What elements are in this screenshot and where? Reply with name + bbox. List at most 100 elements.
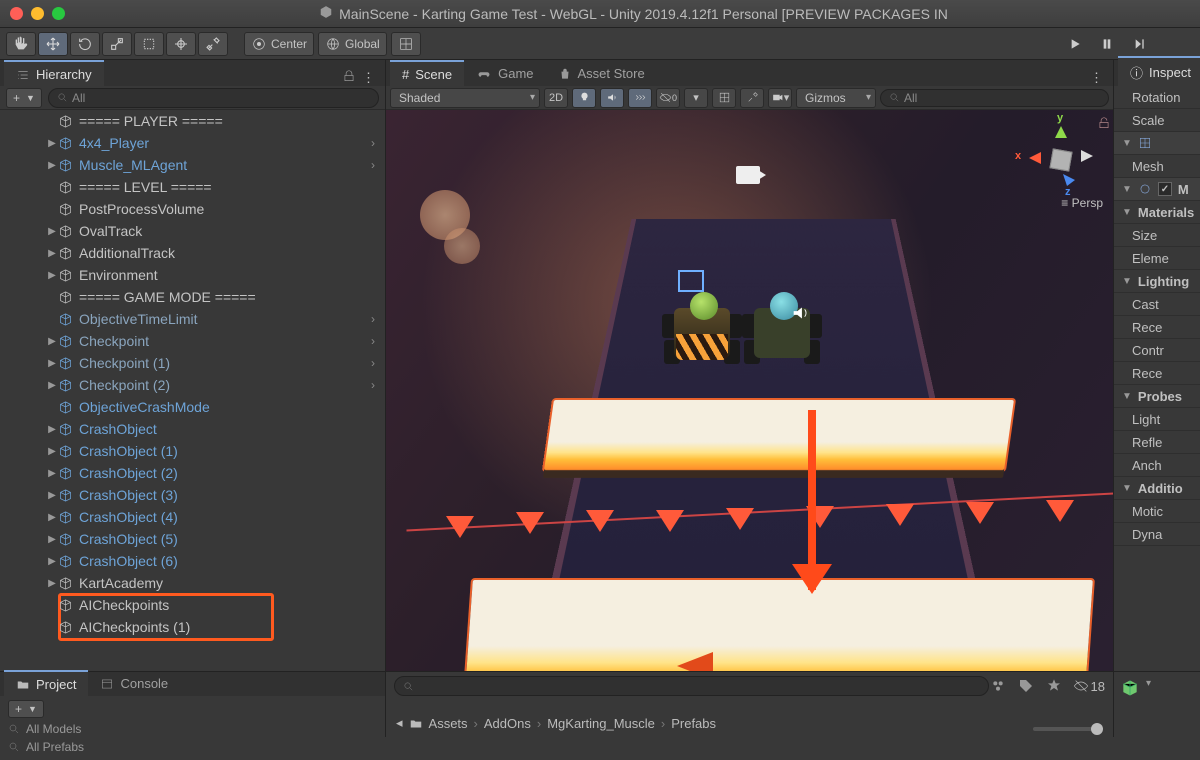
hierarchy-search[interactable]: All bbox=[48, 88, 379, 108]
override-chevron-icon[interactable]: › bbox=[371, 158, 375, 172]
zoom-window-button[interactable] bbox=[52, 7, 65, 20]
lighting-toggle[interactable] bbox=[572, 88, 596, 108]
expand-toggle-icon[interactable]: ▶ bbox=[46, 226, 58, 237]
expand-toggle-icon[interactable]: ▶ bbox=[46, 248, 58, 259]
hierarchy-item[interactable]: ObjectiveCrashMode bbox=[0, 396, 385, 418]
camera-toggle[interactable]: ▾ bbox=[768, 88, 792, 108]
project-row[interactable]: All Models bbox=[8, 720, 377, 738]
expand-toggle-icon[interactable]: ▶ bbox=[46, 578, 58, 589]
expand-toggle-icon[interactable]: ▶ bbox=[46, 490, 58, 501]
pivot-mode-button[interactable]: Center bbox=[244, 32, 314, 56]
hierarchy-item[interactable]: ▶CrashObject (6) bbox=[0, 550, 385, 572]
panel-menu-icon[interactable]: ⋮ bbox=[1090, 70, 1105, 86]
play-button[interactable] bbox=[1060, 32, 1090, 56]
rotate-tool-button[interactable] bbox=[70, 32, 100, 56]
inspector-property-row[interactable]: Rotation bbox=[1114, 86, 1200, 109]
tab-asset-store[interactable]: Asset Store bbox=[546, 61, 657, 86]
inspector-property-row[interactable]: Light bbox=[1114, 408, 1200, 431]
hierarchy-item[interactable]: ▶CrashObject (1) bbox=[0, 440, 385, 462]
hierarchy-item[interactable]: ▶CrashObject (2) bbox=[0, 462, 385, 484]
hidden-count-icon[interactable]: 18 bbox=[1073, 677, 1105, 695]
hierarchy-item[interactable]: PostProcessVolume bbox=[0, 198, 385, 220]
grid-toggle[interactable] bbox=[712, 88, 736, 108]
hand-tool-button[interactable] bbox=[6, 32, 36, 56]
inspector-section-header[interactable]: ▼Lighting bbox=[1114, 270, 1200, 293]
hierarchy-item[interactable]: ▶4x4_Player› bbox=[0, 132, 385, 154]
expand-toggle-icon[interactable]: ▶ bbox=[46, 358, 58, 369]
mode-2d-toggle[interactable]: 2D bbox=[544, 88, 568, 108]
expand-toggle-icon[interactable]: ▶ bbox=[46, 446, 58, 457]
inspector-body[interactable]: RotationScale▼Mesh▼✓M▼MaterialsSizeEleme… bbox=[1114, 86, 1200, 671]
expand-toggle-icon[interactable]: ▶ bbox=[46, 336, 58, 347]
gizmos-dropdown[interactable]: Gizmos bbox=[796, 88, 876, 108]
hierarchy-item[interactable]: ===== PLAYER ===== bbox=[0, 110, 385, 132]
thumbnail-size-slider[interactable] bbox=[1033, 727, 1103, 731]
expand-toggle-icon[interactable]: ▶ bbox=[46, 138, 58, 149]
create-dropdown[interactable]: +▼ bbox=[6, 88, 42, 108]
minimize-window-button[interactable] bbox=[31, 7, 44, 20]
scene-search[interactable]: All bbox=[880, 89, 1109, 107]
project-breadcrumb[interactable]: ◂ Assets› AddOns› MgKarting_Muscle› Pref… bbox=[386, 700, 1113, 737]
inspector-property-row[interactable]: Eleme bbox=[1114, 247, 1200, 270]
hierarchy-item[interactable]: ▶KartAcademy bbox=[0, 572, 385, 594]
hierarchy-item[interactable]: ▶AdditionalTrack bbox=[0, 242, 385, 264]
inspector-property-row[interactable]: Size bbox=[1114, 224, 1200, 247]
inspector-section-header[interactable]: ▼Additio bbox=[1114, 477, 1200, 500]
hierarchy-item[interactable]: ▶Checkpoint (1)› bbox=[0, 352, 385, 374]
inspector-property-row[interactable]: Rece bbox=[1114, 362, 1200, 385]
expand-toggle-icon[interactable]: ▶ bbox=[46, 512, 58, 523]
expand-toggle-icon[interactable]: ▶ bbox=[46, 534, 58, 545]
fx-toggle[interactable] bbox=[628, 88, 652, 108]
orientation-gizmo[interactable]: y x z bbox=[1021, 120, 1101, 200]
breadcrumb-item[interactable]: Assets bbox=[429, 716, 468, 731]
rect-tool-button[interactable] bbox=[134, 32, 164, 56]
hierarchy-item[interactable]: ▶Checkpoint (2)› bbox=[0, 374, 385, 396]
tab-console[interactable]: Console bbox=[88, 671, 180, 696]
hierarchy-item[interactable]: ===== GAME MODE ===== bbox=[0, 286, 385, 308]
override-chevron-icon[interactable]: › bbox=[371, 334, 375, 348]
hierarchy-item[interactable]: ▶Muscle_MLAgent› bbox=[0, 154, 385, 176]
inspector-component-header[interactable]: ▼✓M bbox=[1114, 178, 1200, 201]
project-body[interactable]: +▼ All Models All Prefabs bbox=[0, 696, 385, 760]
expand-toggle-icon[interactable]: ▶ bbox=[46, 556, 58, 567]
inspector-property-row[interactable]: Cast bbox=[1114, 293, 1200, 316]
component-enabled-checkbox[interactable]: ✓ bbox=[1158, 182, 1172, 196]
audio-toggle[interactable] bbox=[600, 88, 624, 108]
override-chevron-icon[interactable]: › bbox=[371, 136, 375, 150]
breadcrumb-item[interactable]: MgKarting_Muscle bbox=[547, 716, 655, 731]
expand-toggle-icon[interactable]: ▶ bbox=[46, 424, 58, 435]
hierarchy-tree[interactable]: ===== PLAYER =====▶4x4_Player›▶Muscle_ML… bbox=[0, 110, 385, 671]
breadcrumb-item[interactable]: Prefabs bbox=[671, 716, 716, 731]
hierarchy-item[interactable]: ▶OvalTrack bbox=[0, 220, 385, 242]
inspector-property-row[interactable]: Mesh bbox=[1114, 155, 1200, 178]
tab-inspector[interactable]: ⓘ Inspect bbox=[1118, 56, 1200, 87]
hidden-dropdown[interactable]: ▾ bbox=[684, 88, 708, 108]
inspector-property-row[interactable]: Dyna bbox=[1114, 523, 1200, 546]
scale-tool-button[interactable] bbox=[102, 32, 132, 56]
tools-toggle[interactable] bbox=[740, 88, 764, 108]
hierarchy-item[interactable]: AICheckpoints bbox=[0, 594, 385, 616]
inspector-property-row[interactable]: Contr bbox=[1114, 339, 1200, 362]
expand-toggle-icon[interactable]: ▶ bbox=[46, 380, 58, 391]
hierarchy-item[interactable]: ObjectiveTimeLimit› bbox=[0, 308, 385, 330]
inspector-property-row[interactable]: Motic bbox=[1114, 500, 1200, 523]
move-tool-button[interactable] bbox=[38, 32, 68, 56]
project-create-dropdown[interactable]: +▼ bbox=[8, 700, 44, 718]
tab-scene[interactable]: #Scene bbox=[390, 60, 464, 87]
expand-toggle-icon[interactable]: ▶ bbox=[46, 468, 58, 479]
snap-button[interactable] bbox=[391, 32, 421, 56]
space-mode-button[interactable]: Global bbox=[318, 32, 387, 56]
custom-tool-button[interactable] bbox=[198, 32, 228, 56]
inspector-property-row[interactable]: Rece bbox=[1114, 316, 1200, 339]
filter-by-type-icon[interactable] bbox=[989, 677, 1007, 695]
prefab-cube-icon[interactable] bbox=[1120, 678, 1140, 701]
tab-project[interactable]: Project bbox=[4, 670, 88, 697]
step-button[interactable] bbox=[1124, 32, 1154, 56]
filter-by-label-icon[interactable] bbox=[1017, 677, 1035, 695]
hierarchy-item[interactable]: ===== LEVEL ===== bbox=[0, 176, 385, 198]
hierarchy-item[interactable]: ▶CrashObject (4) bbox=[0, 506, 385, 528]
transform-tool-button[interactable] bbox=[166, 32, 196, 56]
override-chevron-icon[interactable]: › bbox=[371, 312, 375, 326]
breadcrumb-item[interactable]: AddOns bbox=[484, 716, 531, 731]
projection-label[interactable]: ≡ Persp bbox=[1061, 196, 1103, 210]
